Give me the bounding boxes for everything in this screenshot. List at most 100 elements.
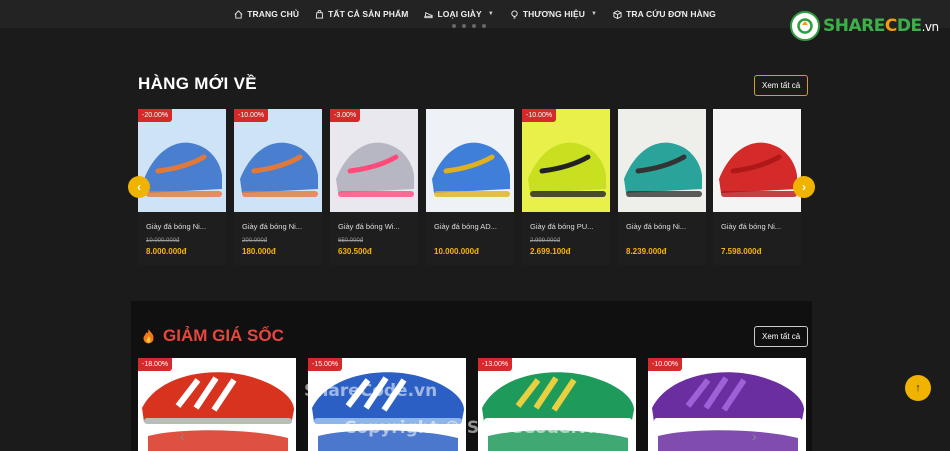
nav-shoe-types-label: LOẠI GIÀY	[437, 9, 482, 19]
shoe-illustration	[426, 109, 514, 212]
product-image[interactable]	[713, 109, 801, 212]
flash-product-card[interactable]: -10.00%	[648, 358, 806, 451]
product-image[interactable]	[618, 109, 706, 212]
scroll-to-top-button[interactable]: ↑	[905, 375, 931, 401]
discount-badge: -18.00%	[138, 358, 173, 371]
carousel-next-button[interactable]: ›	[793, 176, 815, 198]
nav-shoe-types[interactable]: LOẠI GIÀY ▼	[424, 9, 494, 19]
product-name[interactable]: Giày đá bóng PU...	[530, 222, 610, 231]
discount-badge: -15.00%	[308, 358, 343, 371]
nav-home-label: TRANG CHỦ	[247, 9, 300, 19]
logo-part1: SHARE	[823, 16, 885, 36]
watermark-bottom: Copyright © ShareCode.vn	[344, 418, 601, 438]
product-name[interactable]: Giày đá bóng Wi...	[338, 222, 418, 231]
chevron-down-icon: ▼	[487, 11, 494, 17]
flash-sale-title: GIẢM GIÁ SỐC	[142, 326, 284, 346]
slider-dot[interactable]	[452, 24, 456, 28]
shoe-illustration	[138, 109, 226, 212]
nav-order-lookup-label: TRA CỨU ĐƠN HÀNG	[626, 9, 716, 19]
home-icon	[234, 9, 243, 19]
product-name[interactable]: Giày đá bóng AD...	[434, 222, 514, 231]
product-old-price	[434, 238, 514, 245]
carousel-prev-button[interactable]: ‹	[128, 176, 150, 198]
logo-part3: DE	[896, 16, 922, 36]
product-card[interactable]: Giày đá bóng AD... 10.000.000đ	[426, 109, 514, 265]
arrow-up-icon: ↑	[915, 382, 921, 394]
product-price: 180.000đ	[242, 247, 276, 256]
product-old-price	[626, 238, 706, 245]
logo-text: SHARECDE.vn	[823, 16, 939, 36]
product-old-price: 2.999.000đ	[530, 238, 561, 244]
flash-next-icon[interactable]: ›	[752, 428, 757, 444]
new-arrivals-view-all-button[interactable]: Xem tất cả	[754, 75, 809, 96]
product-name[interactable]: Giày đá bóng Ni...	[242, 222, 322, 231]
product-image[interactable]: -10.00%	[234, 109, 322, 212]
product-name[interactable]: Giày đá bóng Ni...	[626, 222, 706, 231]
chevron-down-icon: ▼	[591, 11, 598, 17]
product-card[interactable]: -10.00% Giày đá bóng PU... 2.999.000đ 2.699…	[522, 109, 610, 265]
discount-badge: -10.00%	[648, 358, 683, 371]
product-card[interactable]: -10.00% Giày đá bóng Ni... 200.000đ 180.000…	[234, 109, 322, 265]
product-card[interactable]: Giày đá bóng Ni... 7.598.000đ	[713, 109, 801, 265]
product-old-price: 650.000đ	[338, 238, 364, 244]
flash-prev-icon[interactable]: ‹	[180, 428, 185, 444]
product-price: 2.699.100đ	[530, 247, 571, 256]
shoe-icon	[424, 11, 434, 18]
product-image[interactable]: -3.00%	[330, 109, 418, 212]
nav-all-products[interactable]: TẤT CẢ SẢN PHẨM	[315, 9, 408, 19]
shoe-illustration	[138, 358, 296, 451]
box-icon	[613, 9, 622, 19]
product-old-price: 10.000.000đ	[146, 238, 180, 244]
product-image[interactable]: -20.00%	[138, 109, 226, 212]
slider-dots	[452, 24, 486, 28]
new-arrivals-title: HÀNG MỚI VỀ	[138, 74, 257, 93]
flash-product-card[interactable]: -18.00%	[138, 358, 296, 451]
product-price: 8.239.000đ	[626, 247, 667, 256]
product-image[interactable]: -10.00%	[522, 109, 610, 212]
flash-sale-view-all-button[interactable]: Xem tất cả	[754, 326, 809, 347]
product-image[interactable]	[426, 109, 514, 212]
product-card[interactable]: -20.00% Giày đá bóng Ni... 10.000.000đ 8.00…	[138, 109, 226, 265]
discount-badge: -13.00%	[478, 358, 513, 371]
logo-suffix: .vn	[921, 20, 940, 34]
product-old-price	[721, 238, 801, 245]
product-name[interactable]: Giày đá bóng Ni...	[721, 222, 801, 231]
nav-order-lookup[interactable]: TRA CỨU ĐƠN HÀNG	[613, 9, 716, 19]
shoe-illustration	[618, 109, 706, 212]
product-price: 8.000.000đ	[146, 247, 187, 256]
product-price: 10.000.000đ	[434, 247, 479, 256]
shoe-illustration	[330, 109, 418, 212]
shoe-illustration	[648, 358, 806, 451]
chevron-left-icon: ‹	[137, 180, 141, 194]
shoe-illustration	[234, 109, 322, 212]
logo-part2: C	[884, 16, 897, 36]
nav-brands-label: THƯƠNG HIỆU	[522, 9, 586, 19]
product-price: 630.500đ	[338, 247, 372, 256]
discount-badge: -3.00%	[330, 109, 361, 122]
flash-sale-title-label: GIẢM GIÁ SỐC	[163, 326, 284, 345]
slider-dot[interactable]	[462, 24, 466, 28]
discount-badge: -10.00%	[234, 109, 269, 122]
chevron-right-icon: ›	[802, 180, 806, 194]
product-card[interactable]: Giày đá bóng Ni... 8.239.000đ	[618, 109, 706, 265]
discount-badge: -10.00%	[522, 109, 557, 122]
product-price: 7.598.000đ	[721, 247, 762, 256]
nav-brands[interactable]: THƯƠNG HIỆU ▼	[510, 9, 597, 19]
nav-home[interactable]: TRANG CHỦ	[234, 9, 299, 19]
slider-dot[interactable]	[482, 24, 486, 28]
recycle-icon	[797, 18, 813, 34]
shoe-illustration	[522, 109, 610, 212]
shoe-illustration	[713, 109, 801, 212]
fire-icon	[143, 329, 154, 344]
logo-badge	[790, 11, 820, 41]
product-card[interactable]: -3.00% Giày đá bóng Wi... 650.000đ 630.500đ	[330, 109, 418, 265]
bag-icon	[315, 9, 324, 19]
bulb-icon	[511, 9, 518, 19]
discount-badge: -20.00%	[138, 109, 173, 122]
product-old-price: 200.000đ	[242, 238, 268, 244]
slider-dot[interactable]	[472, 24, 476, 28]
product-name[interactable]: Giày đá bóng Ni...	[146, 222, 226, 231]
nav-all-products-label: TẤT CẢ SẢN PHẨM	[328, 9, 409, 19]
watermark-top: ShareCode.vn	[304, 381, 438, 401]
sharecode-logo: SHARECDE.vn	[790, 10, 939, 42]
